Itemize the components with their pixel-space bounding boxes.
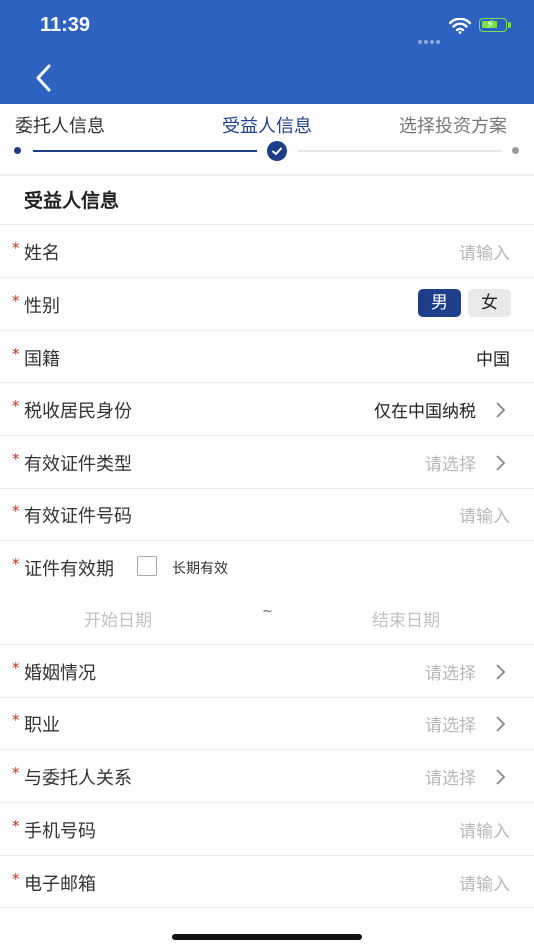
step-dot-todo — [512, 147, 519, 154]
progress-line-todo — [298, 150, 501, 152]
section-divider — [0, 174, 534, 176]
id-type-select[interactable]: 请选择 — [425, 450, 476, 475]
top-bar: 11:39 ⚡ — [0, 0, 534, 104]
occupation-row[interactable]: * 职业 请选择 — [0, 697, 534, 749]
gender-label: 性别 — [24, 296, 60, 317]
marital-status-row[interactable]: * 婚姻情况 请选择 — [0, 645, 534, 697]
relationship-label: 与委托人关系 — [24, 768, 132, 789]
id-number-label: 有效证件号码 — [24, 506, 132, 527]
name-input[interactable]: 请输入 — [459, 239, 510, 264]
required-mark: * — [12, 450, 20, 468]
wifi-icon — [449, 18, 471, 34]
required-mark: * — [12, 502, 20, 520]
status-time: 11:39 — [40, 14, 91, 36]
required-mark: * — [12, 397, 20, 415]
section-title: 受益人信息 — [24, 190, 120, 212]
id-type-label: 有效证件类型 — [24, 454, 132, 475]
phone-input[interactable]: 请输入 — [459, 817, 510, 842]
required-mark: * — [12, 711, 20, 729]
name-label: 姓名 — [24, 243, 60, 264]
nationality-label: 国籍 — [24, 349, 60, 370]
required-mark: * — [12, 292, 20, 310]
id-validity-row: * 证件有效期 — [0, 541, 534, 593]
step-dot-done — [14, 147, 21, 154]
email-label: 电子邮箱 — [24, 874, 96, 895]
tax-residency-row[interactable]: * 税收居民身份 仅在中国纳税 — [0, 383, 534, 435]
long-term-label[interactable]: 长期有效 — [172, 558, 228, 578]
back-chevron-icon[interactable] — [32, 62, 56, 94]
required-mark: * — [12, 764, 20, 782]
relationship-row[interactable]: * 与委托人关系 请选择 — [0, 750, 534, 802]
start-date-input[interactable]: 开始日期 — [84, 606, 152, 631]
chevron-right-icon — [496, 769, 506, 785]
chevron-right-icon — [496, 664, 506, 680]
required-mark: * — [12, 239, 20, 257]
tax-residency-value: 仅在中国纳税 — [374, 402, 476, 422]
id-validity-label: 证件有效期 — [24, 559, 114, 580]
required-mark: * — [12, 659, 20, 677]
required-mark: * — [12, 345, 20, 363]
name-row[interactable]: * 姓名 请输入 — [0, 225, 534, 277]
email-input[interactable]: 请输入 — [459, 870, 510, 895]
step-beneficiary-info[interactable]: 受益人信息 — [222, 112, 312, 138]
id-number-row[interactable]: * 有效证件号码 请输入 — [0, 488, 534, 540]
cellular-signal-icon — [418, 29, 442, 48]
id-type-row[interactable]: * 有效证件类型 请选择 — [0, 436, 534, 488]
check-icon — [272, 147, 282, 155]
chevron-right-icon — [496, 455, 506, 471]
tax-residency-label: 税收居民身份 — [24, 401, 132, 422]
battery-tip — [508, 22, 511, 28]
battery-charging-icon: ⚡ — [479, 17, 507, 32]
nationality-value: 中国 — [476, 350, 510, 370]
relationship-select[interactable]: 请选择 — [425, 764, 476, 789]
chevron-right-icon — [496, 402, 506, 418]
divider — [0, 907, 534, 908]
phone-row[interactable]: * 手机号码 请输入 — [0, 803, 534, 855]
required-mark: * — [12, 870, 20, 888]
nationality-row: * 国籍 中国 — [0, 331, 534, 383]
email-row[interactable]: * 电子邮箱 请输入 — [0, 856, 534, 908]
gender-male-button[interactable]: 男 — [418, 289, 461, 317]
date-separator: ~ — [262, 604, 273, 619]
id-number-input[interactable]: 请输入 — [459, 502, 510, 527]
marital-status-label: 婚姻情况 — [24, 663, 96, 684]
long-term-checkbox[interactable] — [137, 556, 157, 576]
step-current-marker — [267, 141, 287, 161]
progress-line-done — [33, 150, 257, 152]
end-date-input[interactable]: 结束日期 — [372, 606, 440, 631]
chevron-right-icon — [496, 716, 506, 732]
occupation-select[interactable]: 请选择 — [425, 711, 476, 736]
gender-female-button[interactable]: 女 — [468, 289, 511, 317]
phone-label: 手机号码 — [24, 821, 96, 842]
marital-status-select[interactable]: 请选择 — [425, 659, 476, 684]
required-mark: * — [12, 817, 20, 835]
required-mark: * — [12, 555, 20, 573]
home-indicator[interactable] — [172, 934, 362, 940]
step-grantor-info[interactable]: 委托人信息 — [15, 112, 105, 138]
step-investment-plan[interactable]: 选择投资方案 — [399, 112, 507, 138]
occupation-label: 职业 — [24, 715, 60, 736]
